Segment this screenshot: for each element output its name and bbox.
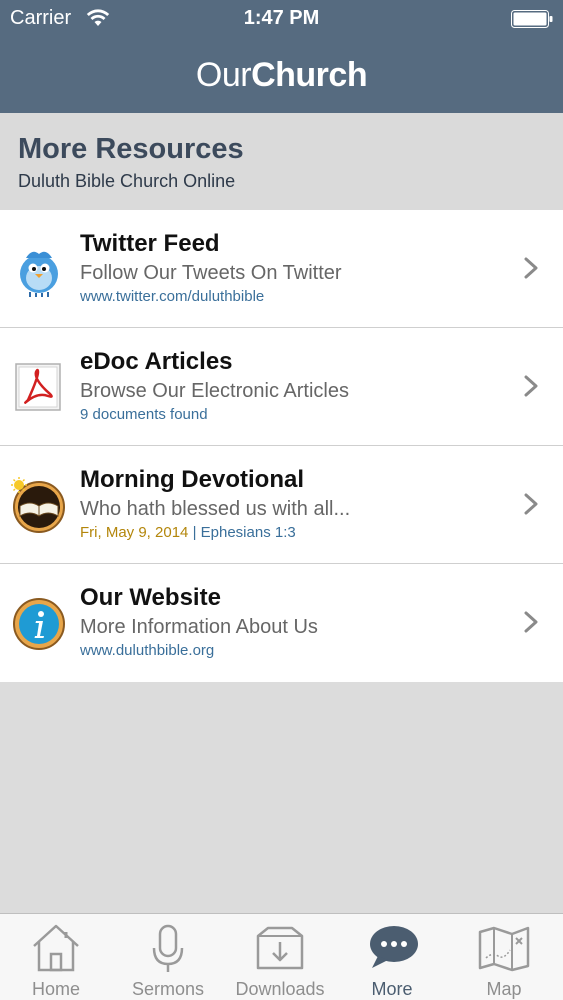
meta-separator: | [192,524,197,541]
resource-list: Twitter Feed Follow Our Tweets On Twitte… [0,210,563,682]
chevron-right-icon [524,257,538,279]
item-description: Follow Our Tweets On Twitter [80,262,342,284]
clock: 1:47 PM [243,7,320,29]
list-item-edoc-articles[interactable]: eDoc Articles Browse Our Electronic Arti… [0,328,563,446]
tab-sermons[interactable]: Sermons [112,914,224,1000]
pdf-document-icon [15,363,61,411]
tab-label: Sermons [131,979,205,999]
item-description: More Information About Us [80,616,318,638]
more-icon [370,926,418,968]
item-title: Twitter Feed [80,230,220,257]
app-title-light: Our [195,56,252,94]
app-title: OurChurch [0,56,563,95]
tab-label: Map [486,979,522,999]
tab-label: Home [31,979,80,999]
section-heading: More Resources [18,133,244,165]
scripture-reference: Ephesians 1:3 [200,524,296,541]
list-item-twitter-feed[interactable]: Twitter Feed Follow Our Tweets On Twitte… [0,210,563,328]
chevron-right-icon [524,375,538,397]
item-meta: www.twitter.com/duluthbible [80,288,265,305]
tab-label: More [371,979,413,999]
section-subtitle: Duluth Bible Church Online [18,171,236,191]
item-description: Who hath blessed us with all... [80,498,351,520]
microphone-icon [152,924,184,972]
section-header: More Resources Duluth Bible Church Onlin… [0,113,563,210]
twitter-bird-icon [20,251,58,297]
home-icon [33,924,79,972]
battery-icon [511,10,553,28]
tab-home[interactable]: Home [0,914,112,1000]
item-title: Our Website [80,584,221,611]
navigation-bar: OurChurch [0,40,563,113]
map-icon [478,926,530,972]
open-bible-icon [11,477,65,533]
status-bar: Carrier 1:47 PM [0,0,563,40]
item-title: Morning Devotional [80,466,304,493]
tab-bar: Home Sermons Downloads More Map [0,913,563,1000]
tab-map[interactable]: Map [448,914,560,1000]
download-icon [256,926,304,970]
tab-label: Downloads [235,979,325,999]
tab-more[interactable]: More [336,914,448,1000]
item-description: Browse Our Electronic Articles [80,380,349,402]
tab-downloads[interactable]: Downloads [224,914,336,1000]
item-title: eDoc Articles [80,348,233,375]
item-meta: Fri, May 9, 2014 | Ephesians 1:3 [80,524,296,541]
item-meta: www.duluthbible.org [80,642,215,659]
list-item-morning-devotional[interactable]: Morning Devotional Who hath blessed us w… [0,446,563,564]
info-icon [13,598,65,650]
app-title-bold: Church [251,56,368,94]
devotional-date: Fri, May 9, 2014 [80,524,189,541]
chevron-right-icon [524,493,538,515]
chevron-right-icon [524,611,538,633]
item-meta: 9 documents found [80,406,208,423]
list-item-our-website[interactable]: Our Website More Information About Us ww… [0,564,563,682]
